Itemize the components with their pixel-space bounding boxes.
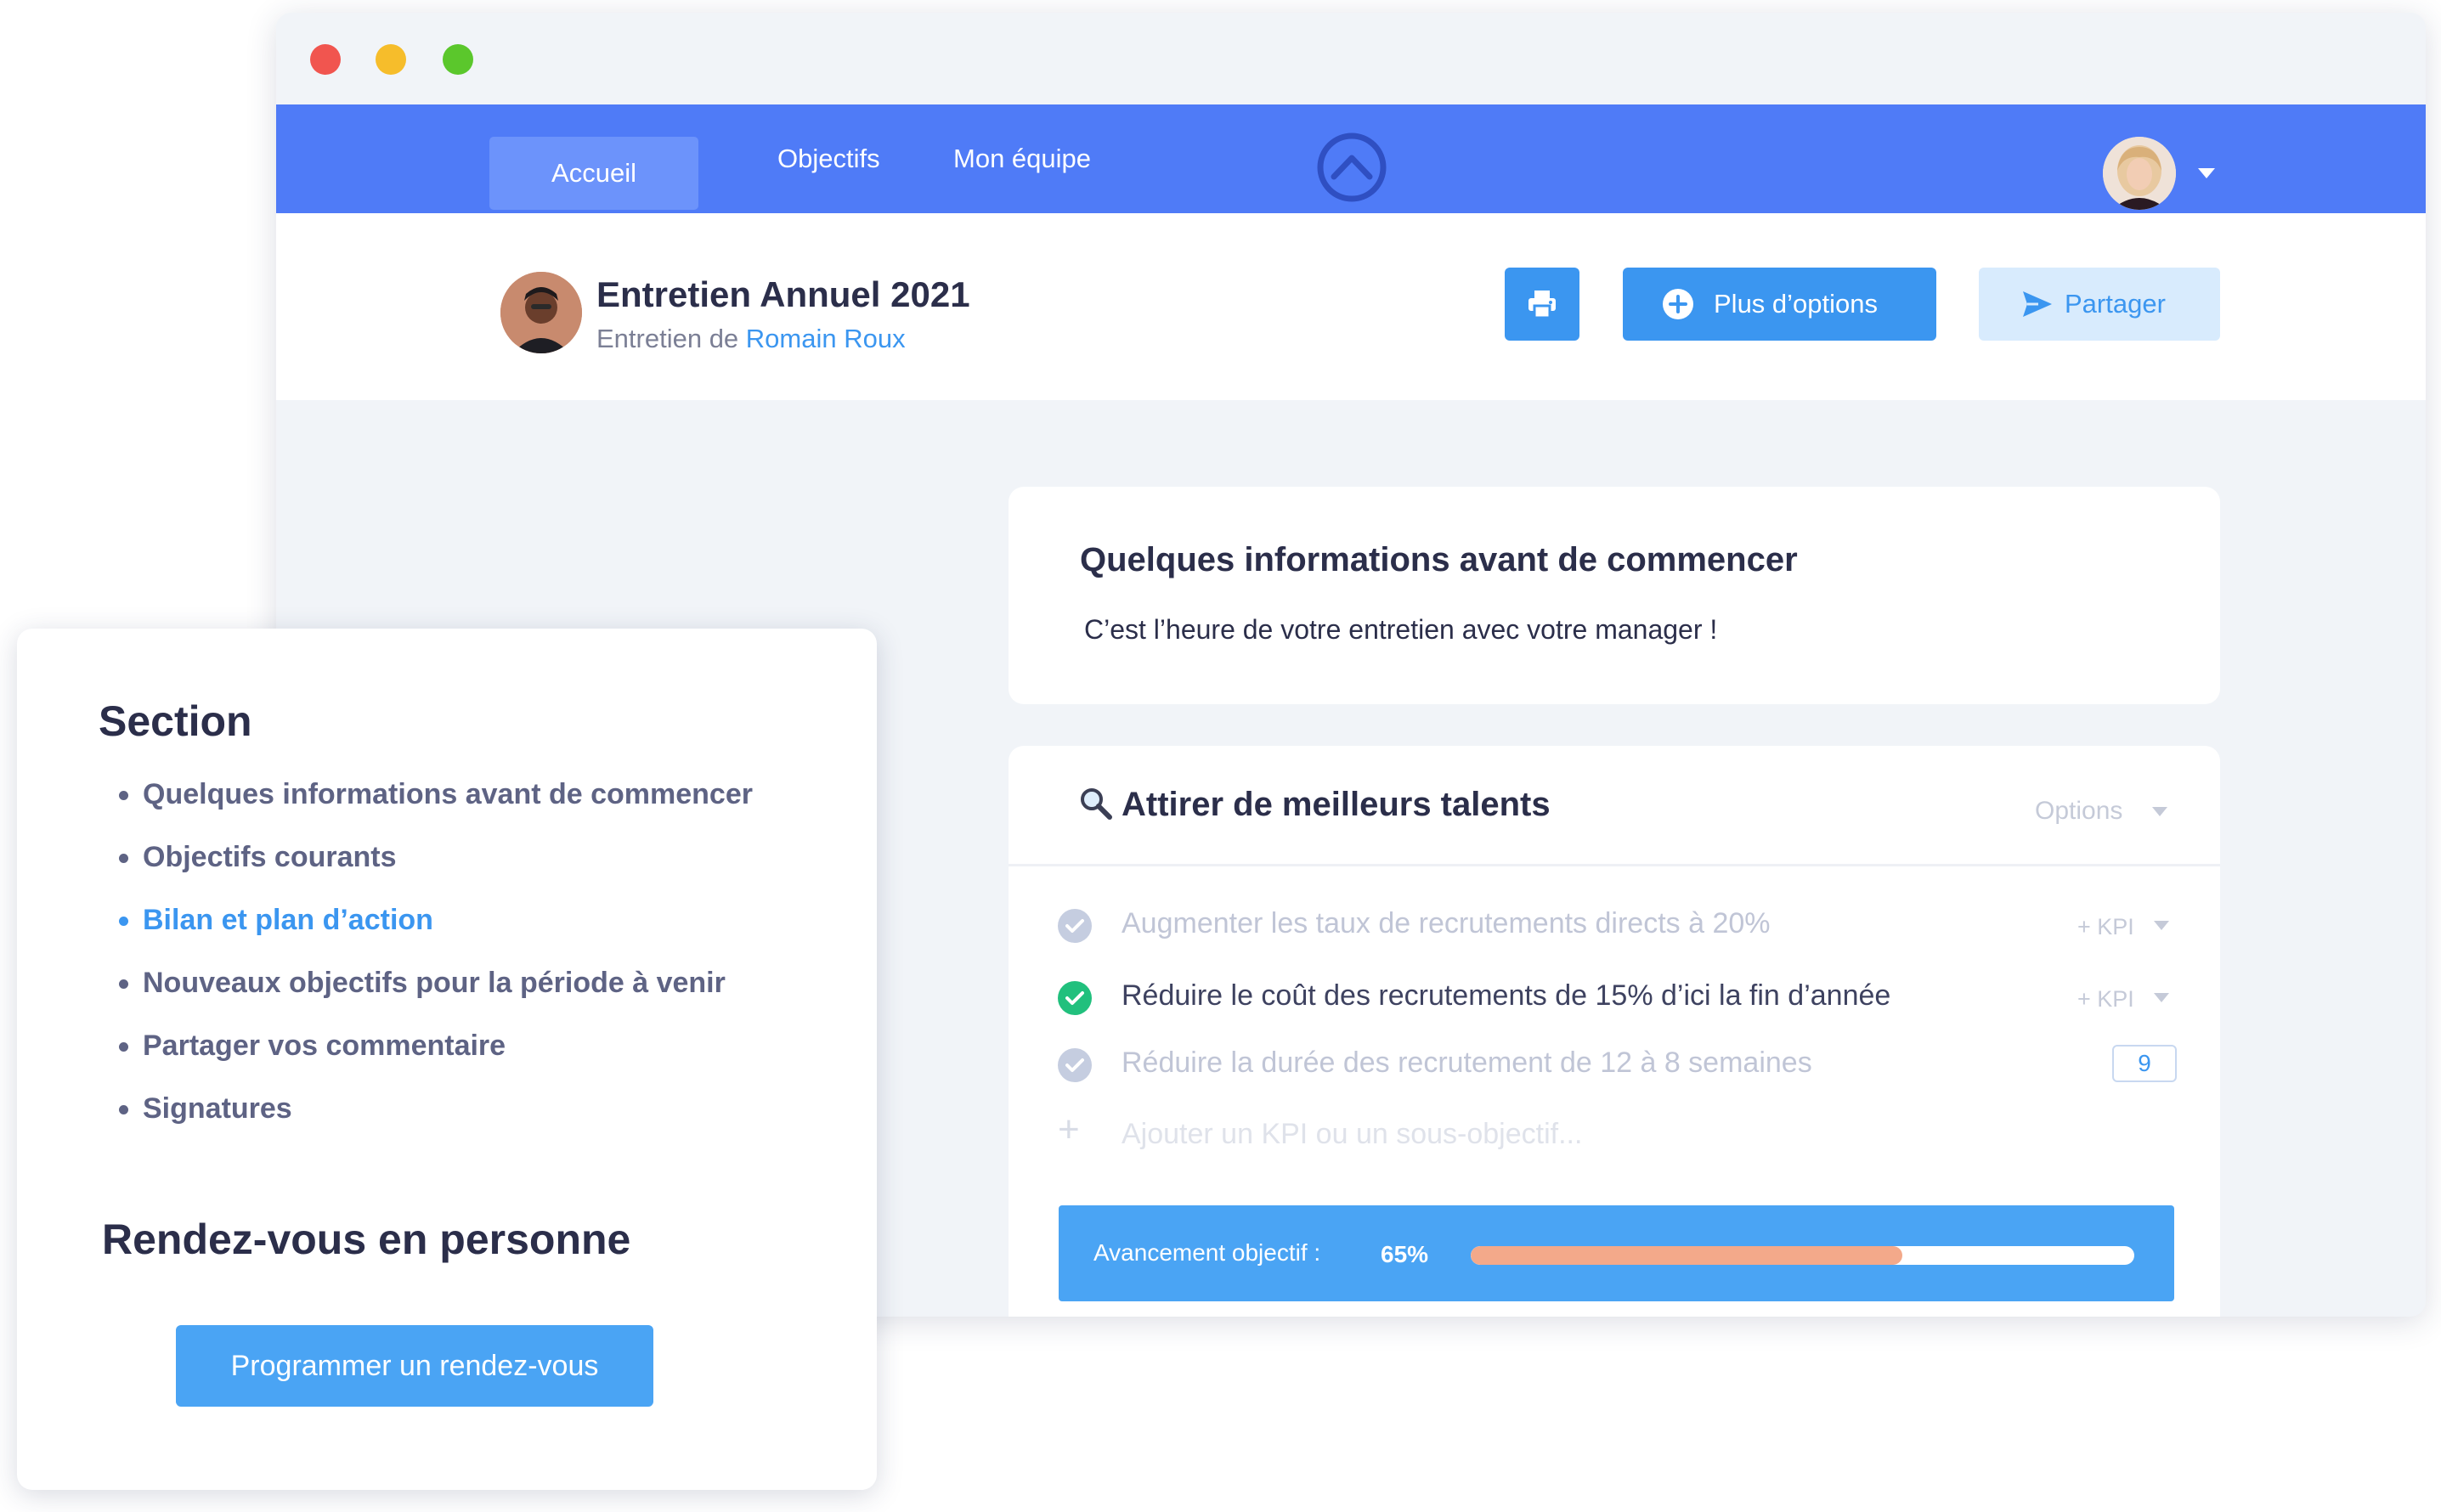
kpi-row: Réduire le coût des recrutements de 15% … [1009,964,2220,1032]
kpi-text[interactable]: Réduire la durée des recrutement de 12 à… [1122,1047,1812,1080]
objective-card-header: Attirer de meilleurs talents Options [1009,746,2220,866]
maximize-window-button[interactable] [443,44,473,75]
add-kpi-link[interactable]: + KPI [2077,986,2134,1013]
employee-link[interactable]: Romain Roux [746,324,906,353]
progress-value: 65% [1381,1241,1429,1267]
info-card: Quelques informations avant de commencer… [1009,487,2220,704]
kpi-text[interactable]: Augmenter les taux de recrutements direc… [1122,907,1771,940]
add-kpi-row[interactable]: + Ajouter un KPI ou un sous-objectif... [1009,1103,2220,1171]
info-card-title: Quelques informations avant de commencer [1080,541,1798,578]
objective-card: Attirer de meilleurs talents Options Aug… [1009,746,2220,1317]
page-title: Entretien Annuel 2021 [596,274,970,314]
options-dropdown[interactable]: Options [2035,797,2122,826]
progress-fill [1471,1246,1902,1265]
nav-tab-accueil[interactable]: Accueil [489,137,698,210]
section-item-active[interactable]: Bilan et plan d’action [119,899,753,962]
print-button[interactable] [1505,268,1579,341]
section-navigator-card: Section Quelques informations avant de c… [17,629,877,1490]
progress-label: Avancement objectif : [1093,1239,1321,1266]
check-circle-icon[interactable] [1058,909,1092,943]
schedule-meeting-button[interactable]: Programmer un rendez-vous [176,1325,653,1407]
chevron-up-circle-icon[interactable] [1315,131,1388,204]
nav-tab-objectifs[interactable]: Objectifs [777,104,880,213]
title-bar [276,13,2426,104]
kpi-text[interactable]: Réduire le coût des recrutements de 15% … [1122,979,1890,1013]
plus-circle-icon [1663,289,1693,319]
objective-title: Attirer de meilleurs talents [1122,786,1551,823]
avatar [500,272,582,353]
check-circle-icon[interactable] [1058,1048,1092,1082]
section-item[interactable]: Partager vos commentaire [119,1024,753,1087]
kpi-value-input[interactable]: 9 [2112,1045,2177,1082]
kpi-row: Augmenter les taux de recrutements direc… [1009,892,2220,960]
plus-icon: + [1058,1109,1080,1150]
send-icon [2023,291,2052,317]
section-item[interactable]: Objectifs courants [119,836,753,899]
nav-tab-mon-equipe[interactable]: Mon équipe [953,104,1091,213]
objective-progress: Avancement objectif : 65% [1059,1205,2174,1301]
add-kpi-link[interactable]: + KPI [2077,914,2134,940]
more-options-label: Plus d’options [1714,289,1879,319]
minimize-window-button[interactable] [376,44,406,75]
section-item[interactable]: Signatures [119,1087,753,1150]
section-title: Section [99,697,252,745]
subtitle-prefix: Entretien de [596,324,746,353]
chevron-down-icon[interactable] [2154,921,2169,930]
section-list: Quelques informations avant de commencer… [119,773,753,1150]
more-options-button[interactable]: Plus d’options [1623,268,1936,341]
progress-track [1471,1246,2134,1265]
info-card-text: C’est l’heure de votre entretien avec vo… [1084,614,1718,645]
page-subtitle: Entretien de Romain Roux [596,324,906,354]
meeting-title: Rendez-vous en personne [102,1216,631,1263]
chevron-down-icon[interactable] [2152,807,2167,816]
page-header: Entretien Annuel 2021 Entretien de Romai… [276,213,2426,400]
printer-icon [1528,291,1556,319]
kpi-row: Réduire la durée des recrutement de 12 à… [1009,1031,2220,1099]
section-item[interactable]: Nouveaux objectifs pour la période à ven… [119,962,753,1024]
section-item[interactable]: Quelques informations avant de commencer [119,773,753,836]
options-label: Options [2035,797,2123,825]
magnifier-icon [1081,788,1112,820]
add-kpi-input[interactable]: Ajouter un KPI ou un sous-objectif... [1122,1118,1582,1151]
caret-down-icon[interactable] [2198,168,2215,178]
close-window-button[interactable] [310,44,341,75]
user-avatar[interactable] [2103,137,2176,210]
chevron-down-icon[interactable] [2154,993,2169,1002]
share-label: Partager [2065,289,2166,319]
top-navbar: Accueil Objectifs Mon équipe [276,104,2426,213]
check-circle-icon[interactable] [1058,981,1092,1015]
share-button[interactable]: Partager [1979,268,2220,341]
